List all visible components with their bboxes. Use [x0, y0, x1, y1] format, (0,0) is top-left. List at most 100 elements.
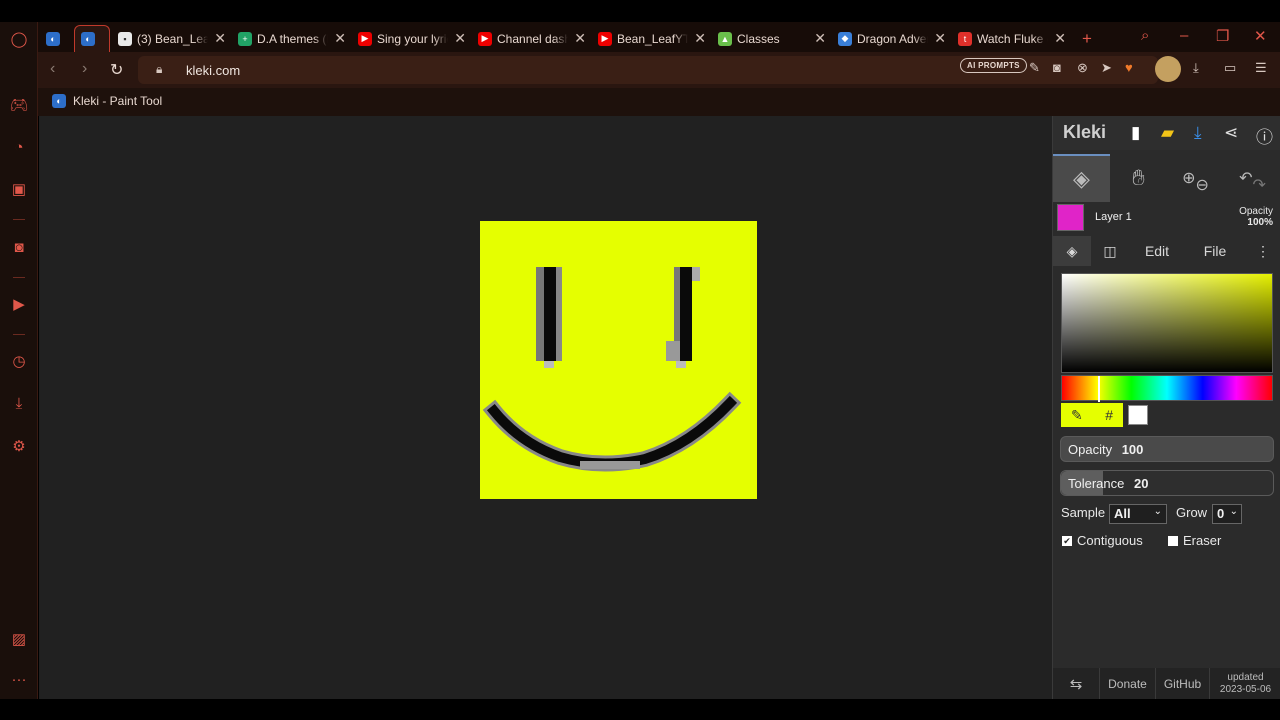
downloads-icon[interactable]: ⤓	[9, 394, 29, 414]
undo-redo-buttons[interactable]: ↶ ↷	[1224, 154, 1280, 202]
settings-icon[interactable]: ⚙	[9, 437, 29, 457]
tab-item[interactable]: ▶ Channel dashb ✕	[472, 25, 592, 52]
donate-link[interactable]: Donate	[1099, 668, 1155, 699]
checkbox-checked-icon[interactable]: ✔	[1062, 535, 1072, 546]
close-icon[interactable]: ✕	[1054, 30, 1066, 47]
search-tabs-icon[interactable]: ⌕	[1141, 27, 1149, 44]
hue-slider[interactable]	[1061, 375, 1273, 402]
color-saturation-picker[interactable]	[1061, 273, 1273, 373]
edit-icon[interactable]: ✎	[1029, 60, 1040, 76]
new-file-icon[interactable]: ▮	[1131, 123, 1140, 143]
help-icon[interactable]: ⓘ	[1256, 123, 1273, 148]
discord-icon[interactable]: ◙	[9, 238, 29, 258]
left-eye	[536, 267, 562, 368]
sample-select[interactable]: All ⌄	[1109, 504, 1167, 524]
tab-item[interactable]: ◆ Dragon Adven ✕	[832, 25, 952, 52]
block-icon[interactable]: ⊗	[1077, 60, 1088, 76]
hand-tool-button[interactable]: ✋︎	[1110, 154, 1167, 202]
tab-item[interactable]: + D.A themes (R ✕	[232, 25, 352, 52]
close-icon[interactable]: ✕	[334, 30, 346, 47]
close-icon[interactable]: ✕	[214, 30, 226, 47]
zoom-buttons[interactable]: ⊕ ⊖	[1167, 154, 1224, 202]
tab-kleki-1[interactable]: ◐	[40, 25, 74, 52]
speed-dial-icon[interactable]: ◔	[9, 138, 29, 158]
player-icon[interactable]: ▶	[9, 295, 29, 315]
tab-item[interactable]: t Watch Fluke ( ✕	[952, 25, 1072, 52]
redo-icon[interactable]: ↷	[1253, 175, 1266, 195]
download-icon[interactable]: ⤓	[1194, 123, 1202, 143]
close-icon[interactable]: ✕	[694, 30, 706, 47]
fill-tool-button[interactable]: ◈	[1053, 154, 1110, 202]
lock-icon[interactable]: 🔒︎	[156, 62, 162, 77]
tab-layers[interactable]: ◫	[1091, 236, 1129, 266]
flow-icon[interactable]: ➤	[1101, 60, 1112, 76]
bookmark-kleki[interactable]: ◐ Kleki - Paint Tool	[52, 94, 162, 108]
menu-icon[interactable]: ☰	[1255, 60, 1267, 76]
restore-icon[interactable]: ❐	[1216, 27, 1229, 45]
reload-icon[interactable]: ↻	[110, 60, 123, 80]
close-window-icon[interactable]: ✕	[1254, 27, 1267, 45]
swap-side-icon[interactable]: ⇆	[1053, 668, 1099, 699]
heart-icon[interactable]: ♥	[1125, 60, 1133, 75]
open-folder-icon[interactable]: ▰	[1161, 123, 1174, 143]
grow-label: Grow	[1176, 505, 1208, 520]
contiguous-checkbox[interactable]: ✔ Contiguous	[1062, 533, 1143, 548]
camera-icon[interactable]: ◙	[1053, 60, 1061, 75]
tab-kleki-active[interactable]: ◐	[74, 25, 110, 52]
back-icon[interactable]: ‹	[50, 60, 55, 78]
checkbox-unchecked-icon[interactable]	[1168, 535, 1178, 546]
github-link[interactable]: GitHub	[1155, 668, 1209, 699]
tab-item[interactable]: ▶ Sing your lyrics ✕	[352, 25, 472, 52]
tool-row: ◈ ✋︎ ⊕ ⊖ ↶ ↷	[1053, 154, 1280, 202]
layer-row[interactable]: Layer 1 Opacity 100%	[1053, 202, 1280, 234]
twitch-icon[interactable]: ▣	[9, 180, 29, 200]
tab-title: Bean_LeafYT -	[617, 31, 689, 46]
grow-select[interactable]: 0 ⌄	[1212, 504, 1242, 524]
tab-title: Dragon Adven	[857, 31, 929, 46]
battery-icon[interactable]: ▭	[1224, 60, 1236, 76]
eraser-label: Eraser	[1183, 533, 1222, 548]
download-icon[interactable]: ⤓	[1193, 60, 1199, 76]
canvas-image[interactable]	[480, 221, 757, 499]
close-icon[interactable]: ✕	[814, 30, 826, 47]
kleki-logo[interactable]: Kleki	[1063, 122, 1106, 143]
tab-tool-settings[interactable]: ◈	[1053, 236, 1091, 266]
new-tab-button[interactable]: +	[1076, 25, 1100, 52]
eyedropper-icon[interactable]: ✎	[1071, 407, 1083, 424]
tab-item[interactable]: ▶ Bean_LeafYT - ✕	[592, 25, 712, 52]
layer-opacity-label: Opacity	[1239, 206, 1273, 217]
drawing-canvas-area[interactable]	[39, 116, 1052, 699]
ai-prompts-button[interactable]: AI PROMPTS	[960, 58, 1027, 73]
zoom-in-icon[interactable]: ⊕	[1182, 168, 1195, 188]
tab-file[interactable]: File	[1185, 236, 1245, 266]
tab-title: Channel dashb	[497, 31, 569, 46]
history-icon[interactable]: ◷	[9, 352, 29, 372]
minimize-icon[interactable]: –	[1180, 27, 1188, 44]
tolerance-slider[interactable]: Tolerance 20	[1060, 470, 1274, 496]
opacity-slider[interactable]: Opacity 100	[1060, 436, 1274, 462]
close-icon[interactable]: ✕	[454, 30, 466, 47]
gamepad-icon[interactable]: 🎮︎	[9, 96, 29, 116]
share-icon[interactable]: ⋖	[1224, 123, 1238, 143]
opera-logo-icon[interactable]: ◯	[9, 30, 29, 50]
secondary-color-swatch[interactable]	[1128, 405, 1148, 425]
opacity-value: 100	[1121, 442, 1144, 457]
undo-icon[interactable]: ↶	[1239, 168, 1252, 188]
more-menu-icon[interactable]: ⋮	[1249, 236, 1277, 266]
hue-marker[interactable]	[1098, 376, 1100, 402]
tab-item[interactable]: ▲ Classes ✕	[712, 25, 832, 52]
forward-icon[interactable]: ›	[82, 60, 87, 78]
primary-color-swatch[interactable]: ✎ #	[1061, 403, 1123, 427]
close-icon[interactable]: ✕	[574, 30, 586, 47]
eraser-checkbox[interactable]: Eraser	[1168, 533, 1221, 548]
url-text[interactable]: kleki.com	[186, 63, 240, 78]
tab-item[interactable]: ▪ (3) Bean_LeafYT ✕	[112, 25, 232, 52]
tab-edit[interactable]: Edit	[1129, 236, 1185, 266]
hex-input-button[interactable]: #	[1105, 407, 1113, 423]
sample-value: All	[1114, 506, 1131, 521]
more-icon[interactable]: ···	[9, 670, 29, 690]
close-icon[interactable]: ✕	[934, 30, 946, 47]
profile-avatar[interactable]	[1155, 56, 1181, 82]
zoom-out-icon[interactable]: ⊖	[1196, 175, 1209, 195]
gallery-icon[interactable]: ▨	[9, 630, 29, 650]
